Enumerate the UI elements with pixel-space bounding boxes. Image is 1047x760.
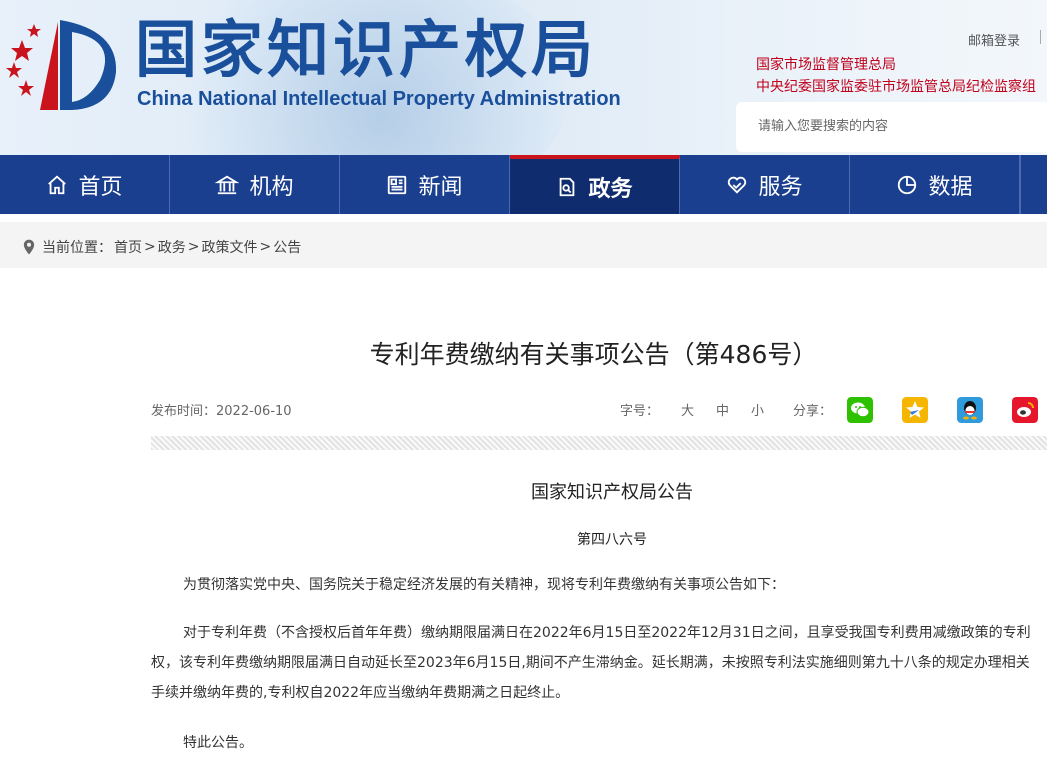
header-separator	[1040, 30, 1041, 44]
nav-news[interactable]: 新闻	[340, 155, 510, 214]
cnipa-logo-icon[interactable]	[0, 0, 130, 130]
news-icon	[388, 175, 407, 194]
nav-tail	[1020, 155, 1047, 214]
paragraph-body: 对于专利年费（不含授权后首年年费）缴纳期限届满日在2022年6月15日至2022…	[151, 625, 1031, 701]
font-size-medium[interactable]: 中	[716, 400, 729, 419]
breadcrumb-prefix: 当前位置：	[42, 240, 112, 256]
nav-service[interactable]: 服务	[680, 155, 850, 214]
share-label: 分享：	[793, 404, 833, 419]
site-header: 国家知识产权局 China National Intellectual Prop…	[0, 0, 1047, 155]
breadcrumb: 当前位置： 首页 > 政务 > 政策文件 > 公告	[22, 237, 303, 257]
breadcrumb-bar: 当前位置： 首页 > 政务 > 政策文件 > 公告	[0, 222, 1047, 268]
breadcrumb-policy[interactable]: 政策文件	[201, 237, 257, 257]
government-affairs-icon	[560, 177, 575, 196]
nav-government-affairs-label: 政务	[588, 176, 633, 202]
nav-data-label: 数据	[928, 174, 973, 200]
samr-link[interactable]: 国家市场监督管理总局	[756, 54, 896, 74]
site-title-en: China National Intellectual Property Adm…	[137, 88, 621, 110]
institution-icon	[215, 175, 240, 194]
nav-institution-label: 机构	[249, 174, 294, 200]
paragraph-intro: 为贯彻落实党中央、国务院关于稳定经济发展的有关精神，现将专利年费缴纳有关事项公告…	[183, 577, 785, 593]
publish-label: 发布时间：	[151, 404, 217, 419]
breadcrumb-announcement[interactable]: 公告	[273, 237, 301, 257]
article-title: 专利年费缴纳有关事项公告（第486号）	[369, 340, 818, 369]
nav-news-label: 新闻	[418, 174, 463, 200]
search-box	[736, 102, 1047, 152]
qzone-icon[interactable]	[902, 397, 928, 423]
breadcrumb-sep: >	[259, 239, 272, 255]
breadcrumb-sep: >	[187, 239, 200, 255]
mail-login-link[interactable]: 邮箱登录	[968, 30, 1020, 49]
font-size-label: 字号：	[620, 404, 660, 419]
main-nav: 首页 机构 新闻 政务 服务 数据	[0, 155, 1047, 214]
data-pie-icon	[898, 175, 917, 194]
location-pin-icon	[23, 239, 35, 255]
wechat-icon[interactable]	[847, 397, 873, 423]
font-size-large[interactable]: 大	[681, 400, 694, 419]
announcement-heading: 国家知识产权局公告	[531, 482, 693, 503]
weibo-icon[interactable]	[1012, 397, 1038, 423]
home-icon	[48, 175, 67, 194]
nav-government-affairs[interactable]: 政务	[510, 155, 680, 214]
qq-icon[interactable]	[957, 397, 983, 423]
font-size-controls: 字号： 大 中 小	[620, 400, 786, 419]
paragraph-closing: 特此公告。	[183, 735, 253, 751]
publish-date: 2022-06-10	[216, 404, 292, 419]
breadcrumb-government[interactable]: 政务	[158, 237, 186, 257]
site-title-cn: 国家知识产权局	[135, 13, 598, 86]
font-size-small[interactable]: 小	[751, 400, 764, 419]
breadcrumb-home[interactable]: 首页	[114, 237, 142, 257]
nav-data[interactable]: 数据	[850, 155, 1020, 214]
breadcrumb-sep: >	[144, 239, 156, 255]
nav-institution[interactable]: 机构	[170, 155, 340, 214]
nav-home[interactable]: 首页	[0, 155, 170, 214]
hatched-divider	[151, 436, 1047, 450]
nav-home-label: 首页	[78, 174, 123, 200]
service-icon	[728, 176, 747, 194]
publish-info: 发布时间：2022-06-10	[151, 400, 292, 419]
search-input[interactable]	[756, 118, 1040, 135]
announcement-number: 第四八六号	[577, 532, 647, 548]
nav-service-label: 服务	[758, 174, 803, 200]
discipline-link[interactable]: 中央纪委国家监委驻市场监管总局纪检监察组	[756, 76, 1036, 96]
